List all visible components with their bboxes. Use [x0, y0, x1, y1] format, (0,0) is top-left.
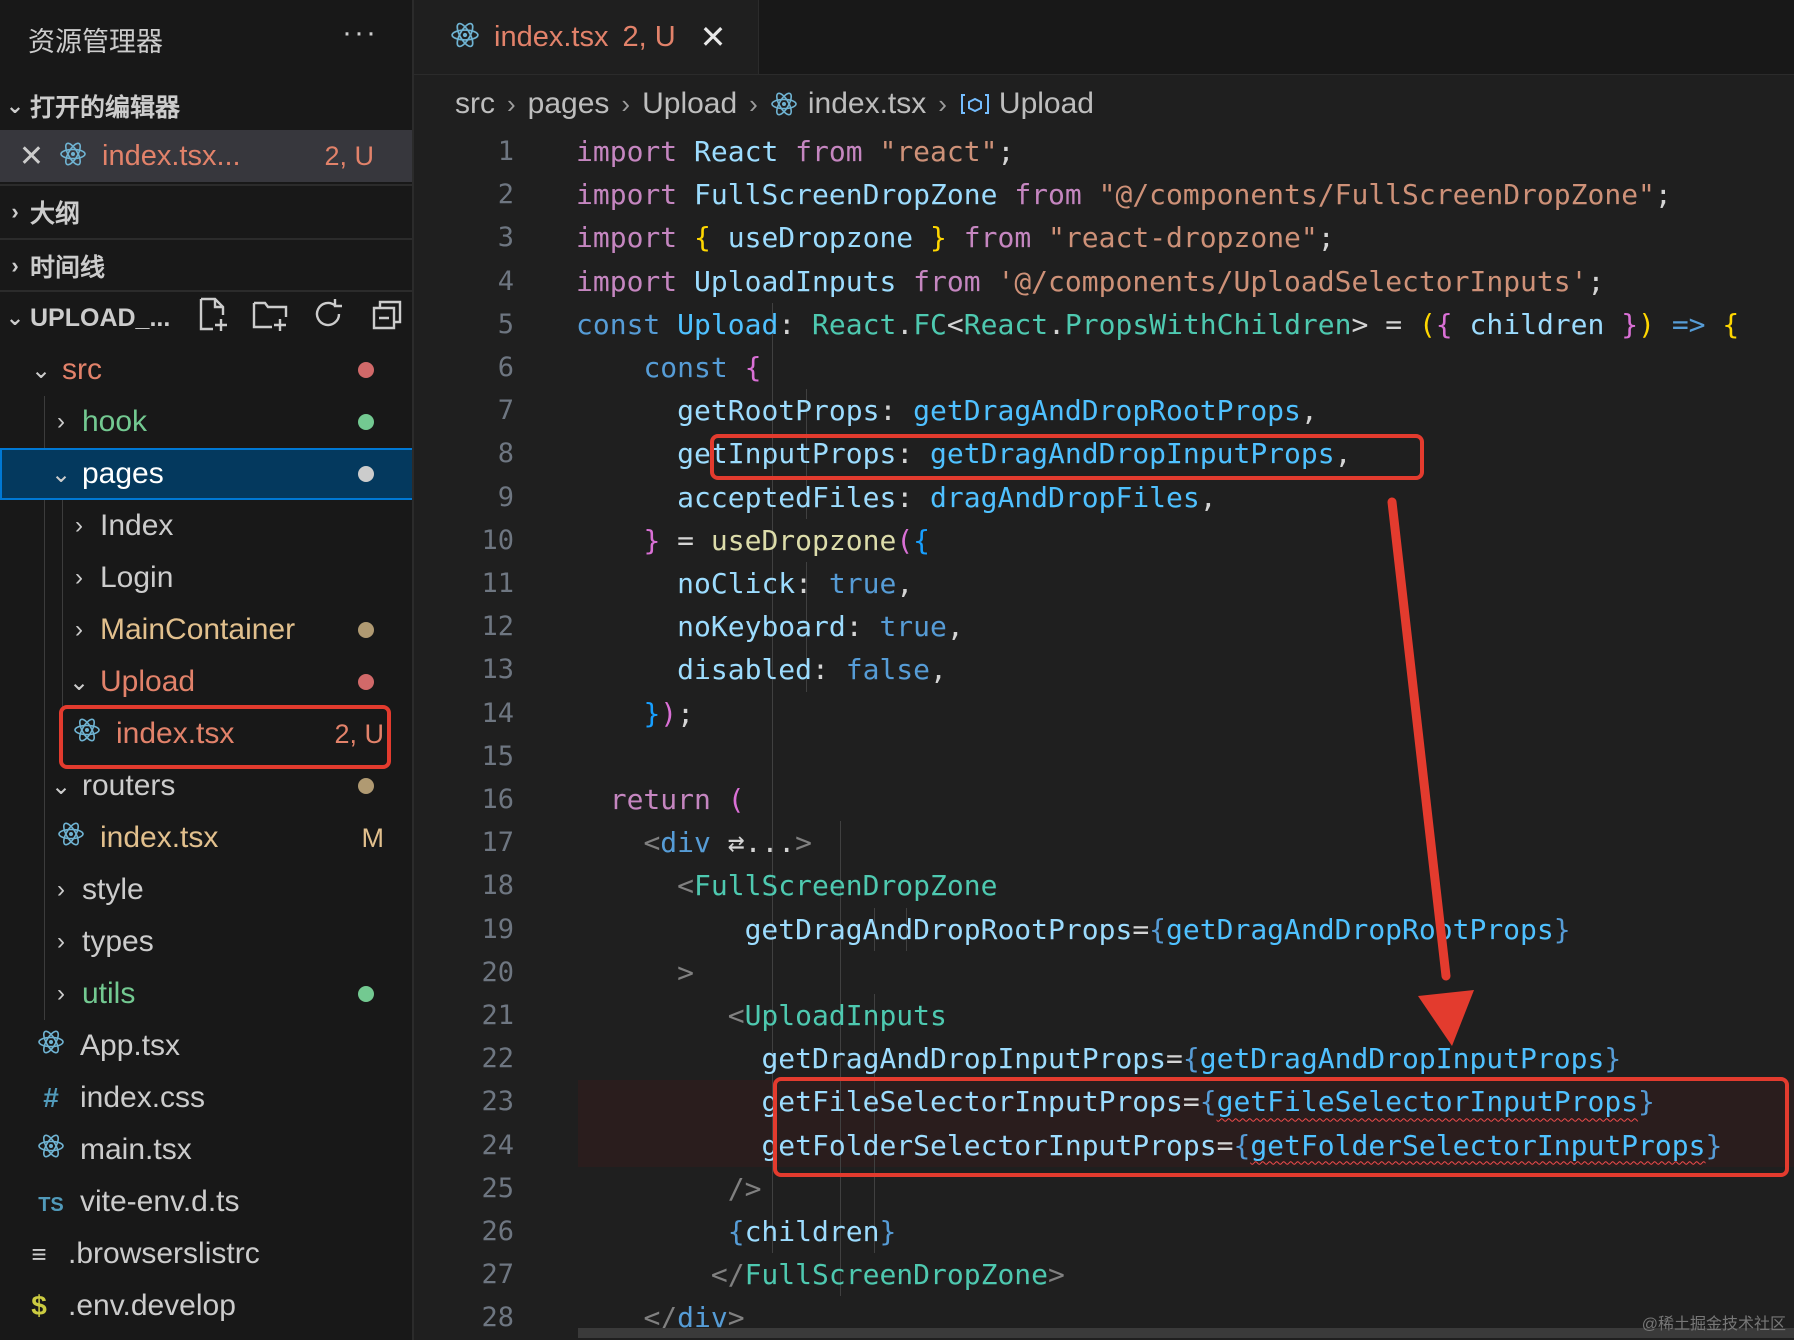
- annotation-arrow: [1387, 497, 1474, 1046]
- watermark: @稀土掘金技术社区: [1641, 1316, 1786, 1333]
